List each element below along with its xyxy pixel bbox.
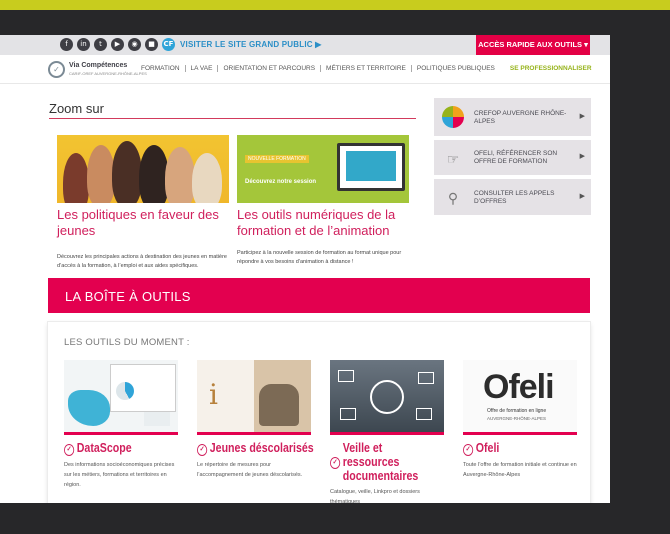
digital-tools-illustration: NOUVELLE FORMATION Découvrez notre sessi…	[237, 135, 409, 203]
nav-item-metiers[interactable]: MÉTIERS ET TERRITOIRE	[320, 65, 411, 72]
documents-collage-image	[330, 360, 444, 432]
twitter-icon[interactable]: t	[94, 38, 107, 51]
check-circle-icon: ✓	[330, 457, 341, 469]
discover-session-text: Découvrez notre session	[245, 179, 317, 185]
check-circle-icon: ✓	[197, 444, 208, 456]
monitor-icon	[337, 143, 405, 191]
zoom-card-jeunes[interactable]: Les politiques en faveur des jeunes Déco…	[57, 135, 229, 271]
pointing-hand-icon: ☞	[446, 151, 460, 167]
right-panel-crefop[interactable]: CREFOP AUVERGNE RHÔNE-ALPES ▶	[434, 98, 591, 136]
youtube-icon[interactable]: ▶	[111, 38, 124, 51]
tool-title[interactable]: Veille et ressources documentaires	[343, 441, 441, 483]
zoom-underline	[49, 118, 416, 119]
nav-item-formation[interactable]: FORMATION	[136, 65, 185, 72]
ofeli-region: AUVERGNE-RHÔNE-ALPES	[487, 416, 547, 421]
main-nav: FORMATION LA VAE ORIENTATION ET PARCOURS…	[136, 65, 597, 72]
nav-item-orientation[interactable]: ORIENTATION ET PARCOURS	[217, 65, 320, 72]
top-accent-band	[0, 0, 670, 10]
zoom-title: Zoom sur	[49, 101, 104, 116]
tool-ofeli[interactable]: Ofeli Offre de formation en ligne AUVERG…	[463, 360, 577, 480]
nav-item-vae[interactable]: LA VAE	[184, 65, 218, 72]
card-description: Participez à la nouvelle session de form…	[237, 250, 402, 265]
tile-accent-bar	[197, 432, 311, 435]
ofeli-wordmark: Ofeli	[483, 368, 555, 406]
tool-jeunes-descolarises[interactable]: i ✓ Jeunes déscolarisés Le répertoire de …	[197, 360, 314, 480]
right-panel-appels-offres[interactable]: ⚲ CONSULTER LES APPELS D’OFFRES ▶	[434, 179, 591, 215]
chevron-right-icon: ▶	[579, 153, 585, 160]
tool-title[interactable]: Ofeli	[476, 441, 500, 455]
young-people-photo	[57, 135, 229, 203]
new-training-tag: NOUVELLE FORMATION	[245, 155, 309, 163]
tool-description: Le répertoire de mesures pour l’accompag…	[197, 462, 303, 478]
tools-of-the-moment: LES OUTILS DU MOMENT : ✓ DataScope Des in…	[48, 322, 590, 503]
tile-accent-bar	[463, 432, 577, 435]
tile-accent-bar	[64, 432, 178, 435]
video-icon[interactable]: ■	[145, 38, 158, 51]
cf-icon[interactable]: CF	[162, 38, 175, 51]
tool-description: Toute l’offre de formation initiale et c…	[463, 462, 577, 478]
nav-item-politiques[interactable]: POLITIQUES PUBLIQUES	[410, 65, 500, 72]
chevron-right-icon: ▶	[579, 193, 585, 200]
website-screenshot: f in t ▶ ◉ ■ CF VISITER LE SITE GRAND PU…	[0, 35, 610, 503]
tool-datascope[interactable]: ✓ DataScope Des informations socioéconomi…	[64, 360, 178, 490]
ofeli-logo-image: Ofeli Offre de formation en ligne AUVERG…	[463, 360, 577, 432]
tool-description: Catalogue, veille, Linkpro et dossiers t…	[330, 489, 420, 503]
tool-title[interactable]: DataScope	[77, 441, 132, 455]
tool-title[interactable]: Jeunes déscolarisés	[210, 441, 314, 455]
tile-accent-bar	[330, 432, 444, 435]
card-heading[interactable]: Les outils numériques de la formation et…	[237, 207, 409, 239]
toolbox-title: LA BOÎTE À OUTILS	[65, 289, 191, 304]
tools-subtitle: LES OUTILS DU MOMENT :	[64, 337, 190, 348]
backpack-photo: i	[197, 360, 311, 432]
crefop-logo-icon	[442, 106, 464, 128]
right-panel-ofeli[interactable]: ☞ OFELI, RÉFÉRENCER SON OFFRE DE FORMATI…	[434, 140, 591, 175]
ofeli-tagline: Offre de formation en ligne	[487, 408, 547, 414]
toolbox-banner: LA BOÎTE À OUTILS	[48, 278, 590, 313]
tool-veille-ressources[interactable]: ✓ Veille et ressources documentaires Cata…	[330, 360, 444, 503]
rss-icon[interactable]: ◉	[128, 38, 141, 51]
nav-divider	[0, 83, 610, 84]
right-panel-label: CREFOP AUVERGNE RHÔNE-ALPES	[474, 110, 567, 125]
tool-description: Des informations socioéconomiques précis…	[64, 462, 175, 488]
info-icon: i	[209, 378, 218, 411]
right-panel-label: CONSULTER LES APPELS D’OFFRES	[474, 190, 555, 205]
linkedin-icon[interactable]: in	[77, 38, 90, 51]
datascope-map-image	[64, 360, 178, 432]
facebook-icon[interactable]: f	[60, 38, 73, 51]
bottom-frame	[0, 503, 670, 534]
check-circle-icon: ✓	[463, 444, 474, 456]
quick-access-button[interactable]: ACCÈS RAPIDE AUX OUTILS ▾	[476, 35, 590, 55]
zoom-card-outils-numeriques[interactable]: NOUVELLE FORMATION Découvrez notre sessi…	[237, 135, 409, 267]
nav-item-professionnaliser[interactable]: SE PROFESSIONNALISER	[500, 65, 597, 72]
people-search-icon: ⚲	[447, 190, 459, 206]
chevron-right-icon: ▶	[579, 113, 585, 120]
top-bar: f in t ▶ ◉ ■ CF VISITER LE SITE GRAND PU…	[0, 35, 610, 55]
logo-check-icon: ✓	[48, 61, 65, 78]
site-logo[interactable]: ✓ Via Compétences CARIF-OREF AUVERGNE-RH…	[48, 61, 147, 78]
social-links: f in t ▶ ◉ ■ CF	[60, 38, 175, 51]
card-description: Découvrez les principales actions à dest…	[57, 254, 227, 269]
right-panel-label: OFELI, RÉFÉRENCER SON OFFRE DE FORMATION	[474, 150, 558, 165]
card-heading[interactable]: Les politiques en faveur des jeunes	[57, 207, 229, 239]
visit-public-site-link[interactable]: VISITER LE SITE GRAND PUBLIC ▶	[180, 40, 322, 49]
check-circle-icon: ✓	[64, 444, 75, 456]
